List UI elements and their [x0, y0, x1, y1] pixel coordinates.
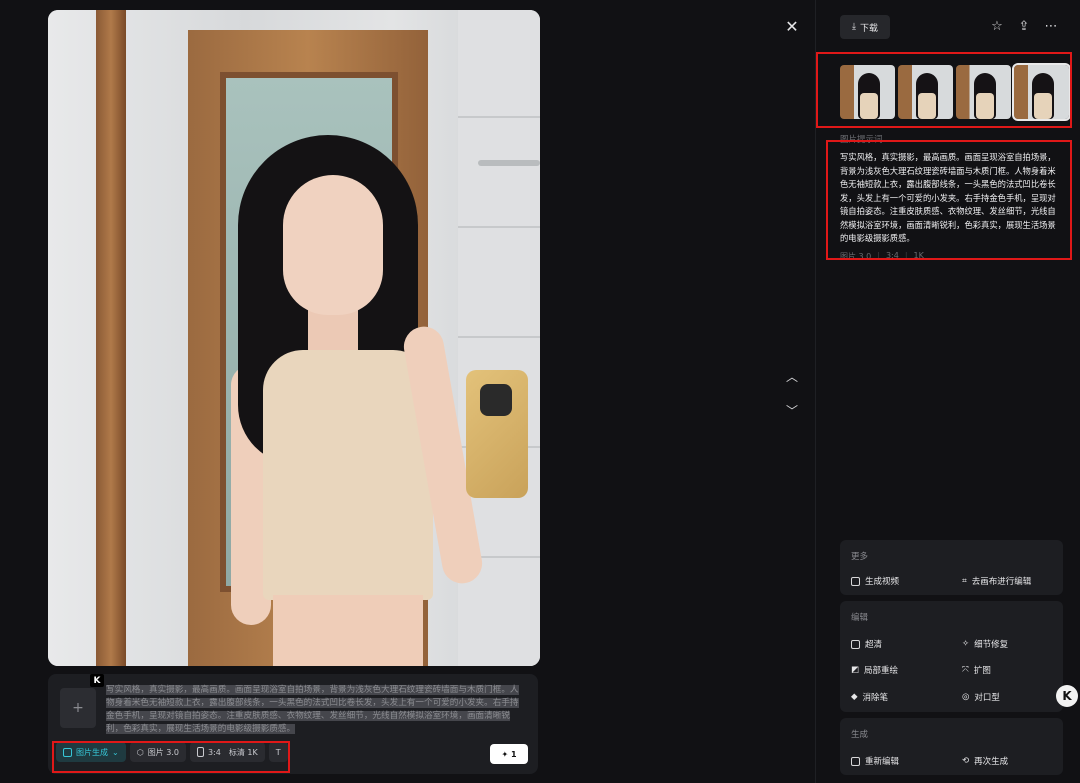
share-icon[interactable]: ⇪ [1016, 19, 1032, 35]
canvas-edit-button[interactable]: ⌗ 去画布进行编辑 [962, 575, 1031, 587]
edit-title: 编辑 [851, 613, 869, 623]
detail-panel: ⤓ 下载 ☆ ⇪ ⋯ 图片提示词 写实风格，真实摄影，最高画质。画面呈现浴室自拍… [815, 0, 1080, 783]
close-icon[interactable]: ✕ [784, 19, 800, 35]
generate-panel: 生成 重新编辑 ⟲ 再次生成 [840, 718, 1063, 775]
regenerate-button[interactable]: ⟲ 再次生成 [962, 755, 1008, 767]
upscale-label: 超清 [865, 640, 883, 650]
image-belly [273, 595, 423, 666]
k-badge-icon: K [90, 674, 104, 687]
image-phone-camera [480, 384, 512, 416]
re-edit-label: 重新编辑 [865, 757, 900, 767]
eraser-button[interactable]: ◆ 消除笔 [851, 691, 888, 703]
detail-fix-label: 细节修复 [974, 640, 1009, 650]
image-viewer: + K 写实风格，真实摄影，最高画质。画面呈现浴室自拍场景，背景为浅灰色大理石纹… [0, 0, 815, 783]
canvas-edit-label: 去画布进行编辑 [971, 577, 1032, 587]
add-reference-image-button[interactable]: + [60, 688, 96, 728]
generate-title: 生成 [851, 730, 869, 740]
hd-icon [851, 639, 860, 649]
lip-sync-button[interactable]: ◎ 对口型 [962, 691, 1000, 703]
play-icon [851, 576, 860, 586]
chevron-down-nav-icon[interactable]: ﹀ [784, 402, 800, 418]
image-towel-bar [478, 160, 540, 166]
edit-panel: 编辑 超清 ✧ 细节修复 ◩ 局部重绘 ⤧ 扩图 ◆ 消除笔 ◎ 对口型 [840, 601, 1063, 712]
more-icon[interactable]: ⋯ [1043, 19, 1059, 35]
inpaint-label: 局部重绘 [864, 666, 899, 676]
brush-icon: ◩ [851, 665, 860, 675]
prompt-text: 写实风格，真实摄影，最高画质。画面呈现浴室自拍场景，背景为浅灰色大理石纹理瓷砖墙… [106, 685, 519, 734]
image-phone [466, 370, 528, 498]
lips-icon: ◎ [962, 692, 970, 702]
download-icon: ⤓ [852, 22, 856, 32]
expand-icon: ⤧ [962, 665, 969, 675]
eraser-icon: ◆ [851, 692, 858, 702]
download-label: 下载 [859, 23, 878, 34]
upscale-button[interactable]: 超清 [851, 638, 882, 650]
grid-icon: ⌗ [962, 576, 967, 586]
expand-button[interactable]: ⤧ 扩图 [962, 664, 991, 676]
prompt-input[interactable]: 写实风格，真实摄影，最高画质。画面呈现浴室自拍场景，背景为浅灰色大理石纹理瓷砖墙… [106, 684, 526, 736]
image-person [183, 135, 528, 666]
eraser-label: 消除笔 [862, 693, 889, 703]
regenerate-label: 再次生成 [974, 757, 1009, 767]
generate-button[interactable]: ✦ 1 [490, 744, 528, 764]
refresh-icon: ⟲ [962, 756, 970, 766]
sparkle-icon: ✦ [501, 749, 509, 759]
image-door-frame [96, 10, 126, 666]
edit-icon [851, 756, 860, 766]
highlight-tools [52, 741, 290, 773]
image-top [263, 350, 433, 600]
re-edit-button[interactable]: 重新编辑 [851, 755, 899, 767]
generate-video-label: 生成视频 [865, 577, 900, 587]
more-panel: 更多 生成视频 ⌗ 去画布进行编辑 [840, 540, 1063, 595]
image-face [283, 175, 383, 315]
generate-video-button[interactable]: 生成视频 [851, 575, 899, 587]
generated-image[interactable] [48, 10, 540, 666]
chevron-up-icon[interactable]: ︿ [784, 368, 800, 384]
detail-fix-button[interactable]: ✧ 细节修复 [962, 638, 1008, 650]
floating-assistant-button[interactable]: K [1056, 685, 1078, 707]
download-button[interactable]: ⤓ 下载 [840, 15, 890, 39]
lip-sync-label: 对口型 [974, 693, 1000, 703]
highlight-description [826, 140, 1072, 260]
more-title: 更多 [851, 552, 869, 562]
generate-count: 1 [510, 749, 517, 759]
magic-wand-icon: ✧ [962, 639, 970, 649]
expand-label: 扩图 [973, 666, 991, 676]
star-icon[interactable]: ☆ [989, 19, 1005, 35]
inpaint-button[interactable]: ◩ 局部重绘 [851, 664, 898, 676]
highlight-thumbnails [816, 52, 1072, 128]
